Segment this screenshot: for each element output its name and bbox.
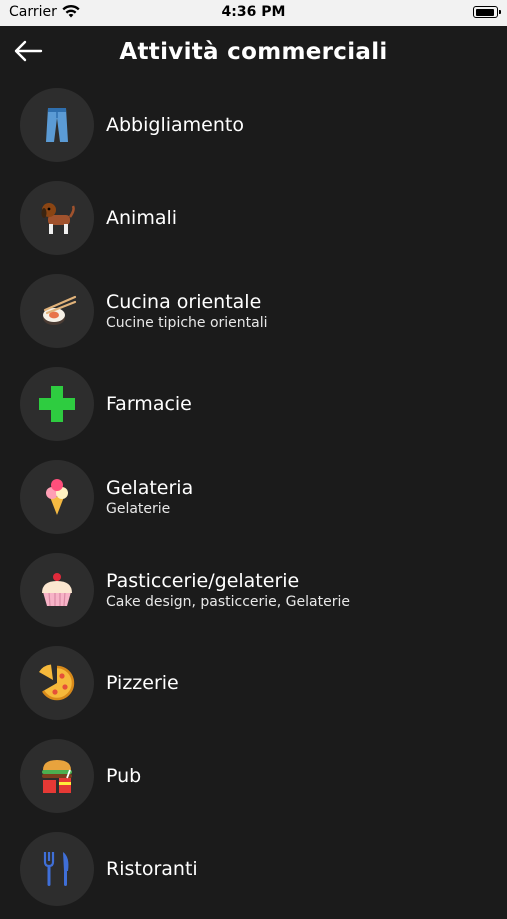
dog-icon <box>41 203 75 234</box>
category-icon-circle <box>20 646 94 720</box>
category-title: Pub <box>106 765 142 787</box>
category-subtitle: Cake design, pasticcerie, Gelaterie <box>106 593 350 610</box>
jeans-icon <box>46 108 68 142</box>
category-item-animali[interactable]: Animali <box>0 175 507 268</box>
burger-drink-icon <box>42 760 72 793</box>
fork-knife-icon <box>43 852 69 886</box>
category-title: Farmacie <box>106 393 192 415</box>
category-subtitle: Cucine tipiche orientali <box>106 314 268 331</box>
category-icon-circle <box>20 274 94 348</box>
category-title: Animali <box>106 207 178 229</box>
category-item-pasticcerie-gelaterie[interactable]: Pasticcerie/gelaterie Cake design, pasti… <box>0 547 507 640</box>
status-bar: Carrier 4:36 PM <box>0 0 507 26</box>
category-icon-circle <box>20 367 94 441</box>
category-icon-circle <box>20 553 94 627</box>
pizza-icon <box>39 664 75 701</box>
category-subtitle: Gelaterie <box>106 500 171 517</box>
category-icon-circle <box>20 460 94 534</box>
category-icon-circle <box>20 181 94 255</box>
cupcake-icon <box>42 573 72 607</box>
category-item-pub[interactable]: Pub <box>0 733 507 826</box>
category-title: Cucina orientale <box>106 290 262 313</box>
category-title: Pasticcerie/gelaterie <box>106 569 300 592</box>
battery-icon <box>473 6 501 18</box>
sushi-chopsticks-icon <box>43 295 77 325</box>
category-icon-circle <box>20 832 94 906</box>
category-item-ristoranti[interactable]: Ristoranti <box>0 826 507 919</box>
category-title: Ristoranti <box>106 858 198 880</box>
category-item-cucina-orientale[interactable]: Cucina orientale Cucine tipiche oriental… <box>0 268 507 361</box>
category-item-gelateria[interactable]: Gelateria Gelaterie <box>0 454 507 547</box>
category-item-abbigliamento[interactable]: Abbigliamento <box>0 82 507 175</box>
ice-cream-cone-icon <box>46 479 68 515</box>
status-time: 4:36 PM <box>221 4 286 20</box>
category-item-pizzerie[interactable]: Pizzerie <box>0 640 507 733</box>
category-icon-circle <box>20 88 94 162</box>
category-list: Abbigliamento Animali Cucina orientale C… <box>0 82 507 919</box>
category-title: Gelateria <box>106 476 194 499</box>
category-title: Abbigliamento <box>106 114 244 136</box>
category-item-farmacie[interactable]: Farmacie <box>0 361 507 454</box>
category-title: Pizzerie <box>106 672 179 694</box>
category-icon-circle <box>20 739 94 813</box>
navigation-bar: Attività commerciali <box>0 26 507 82</box>
pharmacy-cross-icon <box>39 386 75 422</box>
page-title: Attività commerciali <box>119 39 388 65</box>
